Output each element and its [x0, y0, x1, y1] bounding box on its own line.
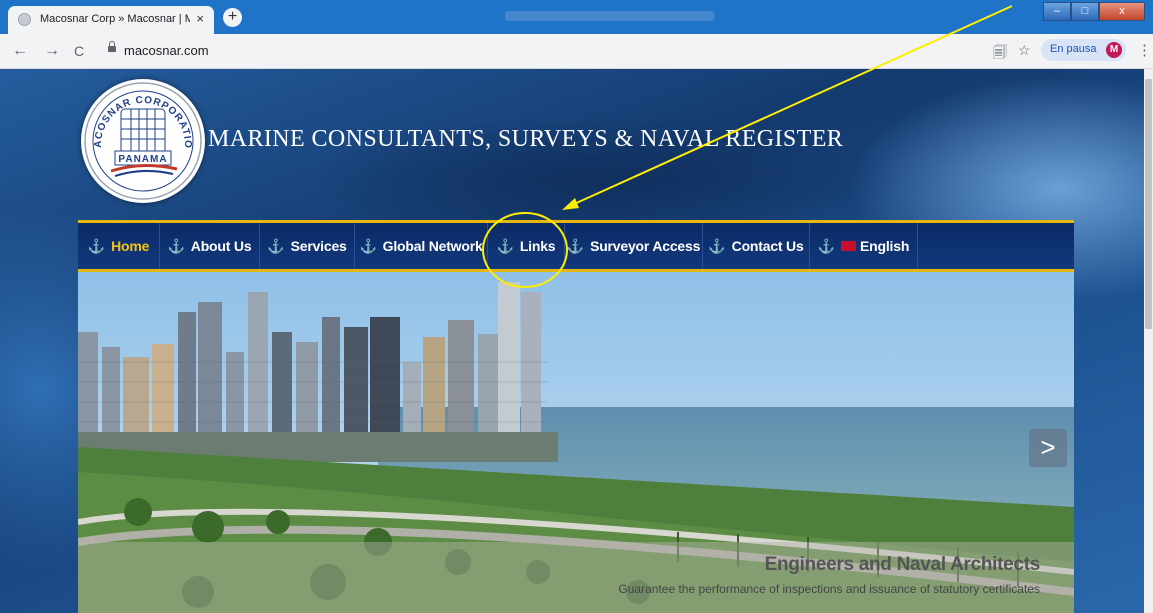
tab-close-icon[interactable]: ×	[196, 11, 204, 26]
nav-services[interactable]: ⚓ Services	[260, 223, 355, 269]
tab-title: Macosnar Corp » Macosnar | Ma	[40, 13, 190, 25]
profile-status: En pausa	[1050, 43, 1097, 55]
uk-flag-icon	[841, 241, 857, 252]
anchor-icon: ⚓	[566, 238, 585, 254]
nav-label: Services	[290, 238, 347, 254]
lock-icon	[108, 41, 116, 52]
scrollbar-thumb[interactable]	[1145, 79, 1152, 329]
window-controls: – □ x	[1043, 2, 1145, 21]
main-nav: ⚓ Home ⚓ About Us ⚓ Services ⚓ Global Networ…	[78, 220, 1074, 272]
blurred-window-title	[505, 11, 715, 21]
minimize-button[interactable]: –	[1043, 2, 1071, 21]
browser-titlebar: Macosnar Corp » Macosnar | Ma × + – □ x	[0, 0, 1153, 34]
nav-label: English	[860, 238, 910, 254]
profile-button[interactable]: En pausa M	[1041, 39, 1126, 61]
caption-subtitle: Guarantee the performance of inspections…	[618, 582, 1040, 596]
nav-label: Contact Us	[731, 238, 804, 254]
nav-label: Surveyor Access	[590, 238, 701, 254]
logo-bottom-text: PANAMA	[118, 154, 167, 165]
nav-links[interactable]: ⚓ Links	[488, 223, 565, 269]
nav-label: Global Network	[382, 238, 483, 254]
nav-global-network[interactable]: ⚓ Global Network	[355, 223, 488, 269]
browser-tab[interactable]: Macosnar Corp » Macosnar | Ma ×	[8, 6, 214, 34]
browser-menu-icon[interactable]: ⋮	[1137, 41, 1152, 59]
translate-icon[interactable]: 🗐	[993, 42, 1007, 66]
new-tab-button[interactable]: +	[223, 8, 242, 27]
logo-graphic: MACOSNAR CORPORATION PANAMA	[76, 71, 202, 200]
anchor-icon: ⚓	[359, 238, 377, 254]
favicon-icon	[18, 13, 31, 26]
back-arrow-icon[interactable]: ←	[12, 42, 28, 60]
forward-arrow-icon[interactable]: →	[44, 42, 60, 60]
web-page: MACOSNAR CORPORATION PANAMA MARINE CONSU…	[0, 69, 1144, 613]
scrollbar[interactable]	[1144, 69, 1153, 613]
anchor-icon: ⚓	[708, 238, 726, 254]
reload-icon[interactable]: C	[74, 43, 84, 59]
nav-label: About Us	[190, 238, 252, 254]
avatar: M	[1106, 42, 1122, 58]
slider-next-button[interactable]: >	[1029, 429, 1067, 467]
maximize-button[interactable]: □	[1071, 2, 1099, 21]
bookmark-star-icon[interactable]: ☆	[1018, 42, 1031, 59]
nav-label: Home	[111, 238, 150, 254]
site-logo[interactable]: MACOSNAR CORPORATION PANAMA	[76, 71, 205, 203]
anchor-icon: ⚓	[167, 238, 185, 254]
anchor-icon: ⚓	[87, 238, 106, 254]
nav-contact-us[interactable]: ⚓ Contact Us	[703, 223, 810, 269]
address-bar: ← → C macosnar.com 🗐 ☆ En pausa M ⋮	[0, 34, 1153, 69]
nav-about-us[interactable]: ⚓ About Us	[160, 223, 260, 269]
nav-home[interactable]: ⚓ Home	[78, 223, 160, 269]
site-title: MARINE CONSULTANTS, SURVEYS & NAVAL REGI…	[208, 126, 844, 152]
nav-label: Links	[519, 238, 556, 254]
caption-title: Engineers and Naval Architects	[764, 554, 1041, 575]
hero-slider: > Engineers and Naval Architects Guarant…	[78, 272, 1074, 613]
caption-band	[78, 542, 1074, 613]
anchor-icon: ⚓	[817, 238, 836, 254]
nav-surveyor-access[interactable]: ⚓ Surveyor Access	[565, 223, 703, 269]
close-window-button[interactable]: x	[1099, 2, 1145, 21]
anchor-icon: ⚓	[267, 238, 285, 254]
url-text[interactable]: macosnar.com	[124, 43, 209, 58]
anchor-icon: ⚓	[496, 238, 514, 254]
nav-english[interactable]: ⚓ English	[810, 223, 918, 269]
